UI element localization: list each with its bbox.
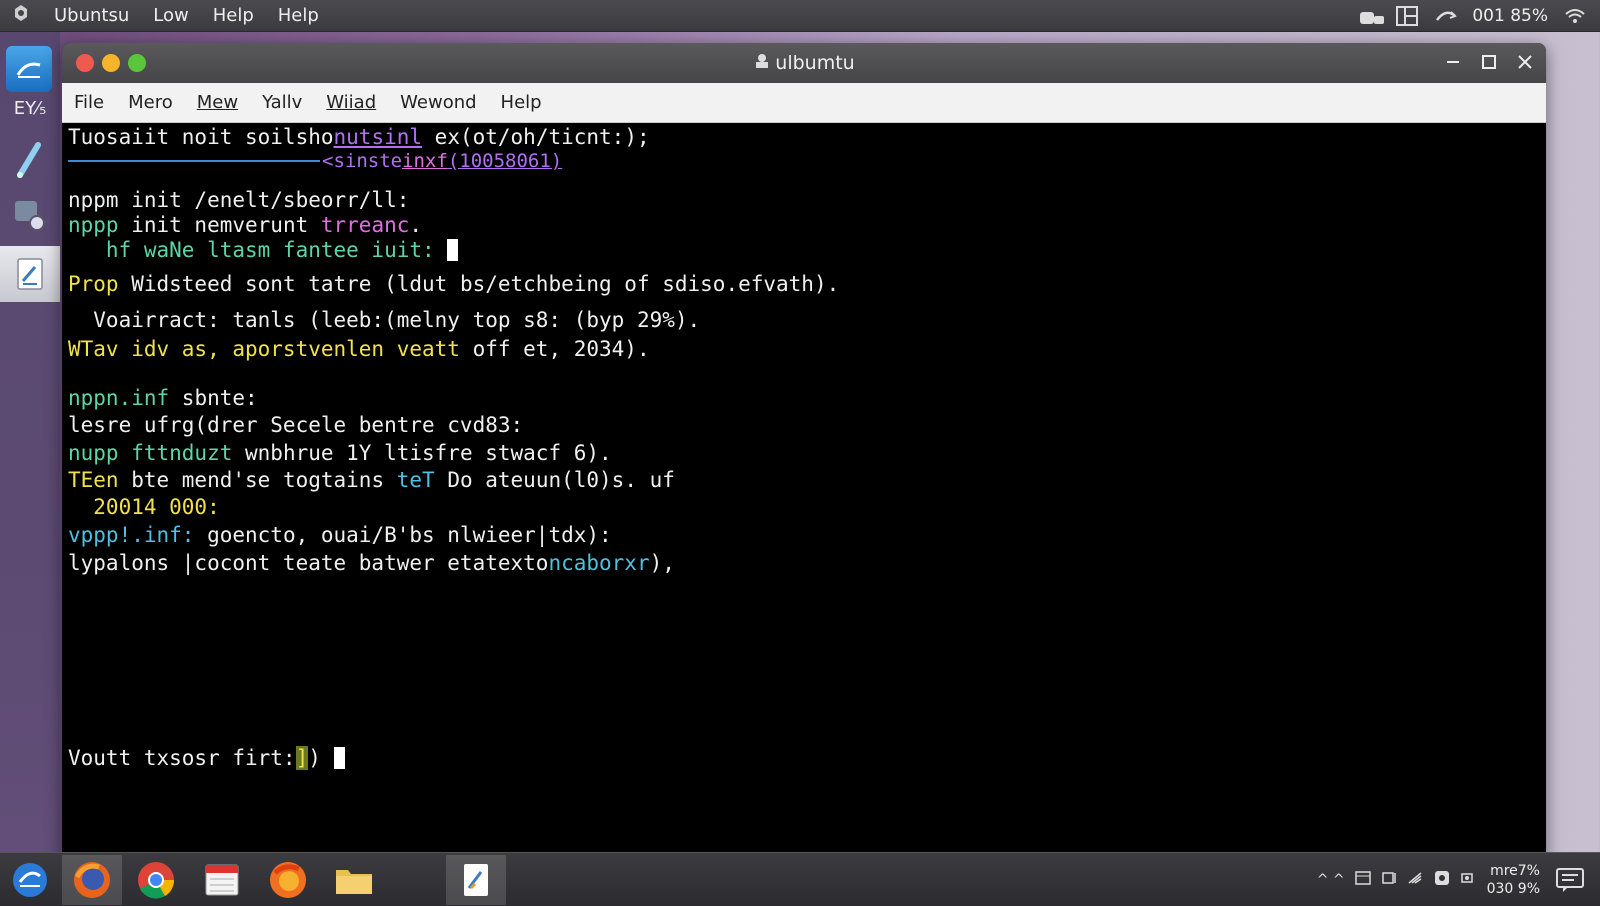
terminal-prompt-line[interactable]: Voutt txsosr firt:]): [68, 746, 345, 770]
taskbar-folder-icon[interactable]: [324, 855, 384, 905]
menu-help[interactable]: Help: [489, 92, 554, 113]
menu-mew[interactable]: Mew: [185, 92, 250, 113]
close-icon[interactable]: [1518, 53, 1532, 74]
window-menubar: File Mero Mew Yallv Wiiad Wewond Help: [62, 83, 1546, 123]
battery-status-text[interactable]: 001 85%: [1472, 6, 1548, 26]
start-button[interactable]: [0, 855, 60, 905]
layout-icon[interactable]: [1396, 6, 1419, 26]
minimize-icon[interactable]: [1446, 53, 1460, 74]
dock-app-icon[interactable]: [6, 46, 52, 92]
settings-tool-icon[interactable]: [6, 192, 52, 238]
top-menu-bar: Ubuntsu Low Help Help 001 85%: [0, 0, 1600, 32]
menu-yallv[interactable]: Yallv: [250, 92, 314, 113]
terminal-line: hf waNe ltasm fantee iuit:: [68, 238, 459, 262]
window-titlebar[interactable]: ulbumtu: [62, 43, 1546, 83]
terminal-cursor: [447, 239, 459, 261]
minimize-window-button[interactable]: [102, 54, 120, 72]
terminal-window: ulbumtu File Mero Mew Yallv Wiiad Wewond…: [62, 43, 1546, 858]
terminal-line: lesre ufrg(drer Secele bentre cvd83:: [68, 413, 524, 437]
menu-wiiad[interactable]: Wiiad: [314, 92, 388, 113]
tray-expand-text[interactable]: ^ ^: [1317, 872, 1345, 888]
terminal-line: vppp!.inf: goencto, ouai/B'bs nlwieer|td…: [68, 523, 612, 547]
system-menu-icon[interactable]: [0, 3, 42, 28]
menu-mero[interactable]: Mero: [116, 92, 185, 113]
taskbar: ^ ^ mre7% 030 9%: [0, 852, 1600, 906]
taskbar-clock[interactable]: mre7% 030 9%: [1487, 862, 1540, 898]
maximize-window-button[interactable]: [128, 54, 146, 72]
topbar-menu-ubuntsu[interactable]: Ubuntsu: [42, 5, 141, 26]
tray-display-icon[interactable]: [1381, 871, 1397, 889]
topbar-menu-low[interactable]: Low: [141, 5, 200, 26]
topbar-menu-help-2[interactable]: Help: [266, 5, 331, 26]
terminal-line: lypalons |cocont teate batwer etatextonc…: [68, 551, 675, 575]
terminal-cursor: [333, 747, 345, 769]
pen-tool-icon[interactable]: [6, 136, 52, 182]
wifi-icon[interactable]: [1564, 6, 1586, 26]
topbar-menu-help[interactable]: Help: [201, 5, 266, 26]
terminal-line: nppp init nemverunt trreanc.: [68, 213, 423, 237]
tray-network-icon[interactable]: [1407, 871, 1423, 889]
menu-wewond[interactable]: Wewond: [388, 92, 488, 113]
terminal-line: <sinsteinxf(10058061): [322, 150, 563, 172]
window-title-icon: [753, 52, 771, 75]
terminal-line: 20014 000:: [68, 495, 220, 519]
close-window-button[interactable]: [76, 54, 94, 72]
terminal-line: Prop Widsteed sont tatre (ldut bs/etchbe…: [68, 272, 840, 296]
tray-volume-icon[interactable]: [1460, 871, 1477, 889]
tray-window-icon[interactable]: [1354, 871, 1371, 889]
taskbar-firefox-icon[interactable]: [62, 855, 122, 905]
taskbar-firefox-icon-2[interactable]: [258, 855, 318, 905]
notification-center-icon[interactable]: [1540, 855, 1600, 905]
dock-label: EY⁄₅: [13, 98, 47, 119]
tray-settings-icon[interactable]: [1433, 869, 1451, 891]
taskbar-text-editor-icon[interactable]: [446, 855, 506, 905]
terminal-line: nppm init /enelt/sbeorr/ll:: [68, 188, 410, 212]
text-editor-icon[interactable]: [0, 246, 60, 302]
system-tray: ^ ^ mre7% 030 9%: [1317, 853, 1540, 906]
terminal-divider: [68, 160, 320, 162]
terminal-line: nppn.inf sbnte:: [68, 386, 258, 410]
taskbar-chrome-icon[interactable]: [126, 855, 186, 905]
sync-icon[interactable]: [1434, 6, 1458, 26]
maximize-icon[interactable]: [1482, 53, 1496, 74]
terminal-output[interactable]: Tuosaiit noit soilshonutsinl ex(ot/oh/ti…: [62, 123, 1546, 858]
left-dock: EY⁄₅: [0, 32, 60, 852]
terminal-line: TEen bte mend'se togtains teT Do ateuun(…: [68, 468, 675, 492]
window-title: ulbumtu: [775, 52, 855, 74]
terminal-line: Voairract: tanls (leeb:(melny top s8: (b…: [68, 308, 701, 332]
terminal-line: Tuosaiit noit soilshonutsinl ex(ot/oh/ti…: [68, 125, 650, 149]
menu-file[interactable]: File: [62, 92, 116, 113]
taskbar-calendar-icon[interactable]: [192, 855, 252, 905]
network-icon[interactable]: [1358, 6, 1385, 26]
terminal-line: nupp fttnduzt wnbhrue 1Y ltisfre stwacf …: [68, 441, 612, 465]
terminal-line: WTav idv as, aporstvenlen veatt off et, …: [68, 337, 650, 361]
